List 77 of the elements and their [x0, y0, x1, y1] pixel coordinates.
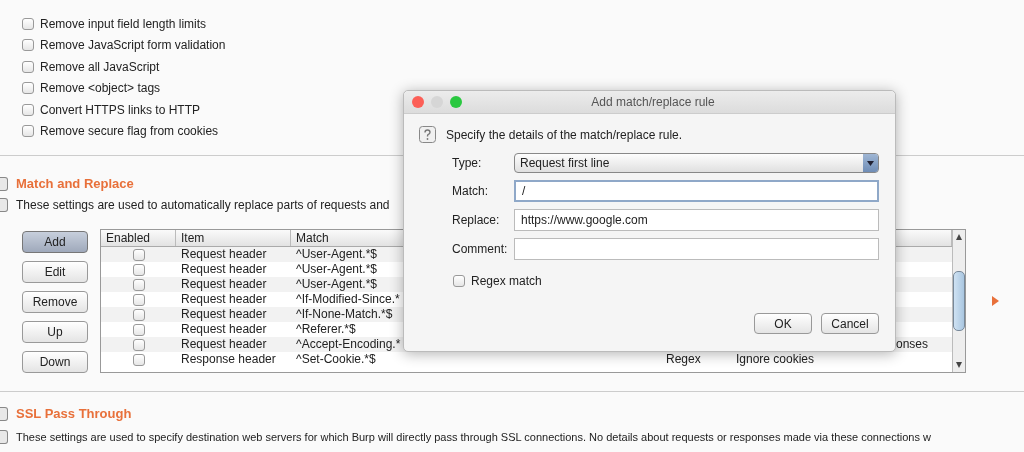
help-icon[interactable]: [0, 406, 8, 421]
table-cell: Request header: [181, 322, 267, 337]
table-action-button[interactable]: Add: [22, 231, 88, 253]
table-cell: Request header: [181, 292, 267, 307]
scroll-down-icon[interactable]: [956, 362, 962, 368]
section-title: SSL Pass Through: [16, 406, 132, 421]
dialog-message: Specify the details of the match/replace rule.: [446, 127, 683, 142]
table-action-button[interactable]: Edit: [22, 261, 88, 283]
table-cell: Request header: [181, 307, 267, 322]
table-cell: Request header: [181, 247, 267, 262]
scroll-up-icon[interactable]: [956, 234, 962, 240]
column-header[interactable]: Item: [181, 231, 205, 245]
table-cell: Response header: [181, 352, 276, 367]
table-cell: ^Accept-Encoding.*: [296, 337, 401, 352]
enabled-checkbox[interactable]: [132, 293, 145, 306]
checkbox[interactable]: [22, 103, 34, 116]
enabled-checkbox[interactable]: [132, 338, 145, 351]
input-field[interactable]: https://www.google.com: [514, 209, 879, 231]
column-header[interactable]: Match: [296, 231, 329, 245]
settings-icon[interactable]: [0, 430, 8, 444]
field-label: Match:: [452, 184, 489, 198]
dialog-title: Add match/replace rule: [590, 95, 716, 109]
table-action-button[interactable]: Remove: [22, 291, 88, 313]
input-field[interactable]: /: [514, 180, 879, 202]
table-cell: ^Set-Cookie.*$: [296, 352, 376, 367]
table-action-button[interactable]: Down: [22, 351, 88, 373]
type-dropdown[interactable]: Request first line: [514, 153, 879, 173]
column-header[interactable]: Enabled: [106, 231, 151, 245]
table-cell: Request header: [181, 277, 267, 292]
table-cell: ^If-Modified-Since.*: [296, 292, 400, 307]
option-label: Remove <object> tags: [40, 81, 161, 96]
table-cell: Request header: [181, 337, 267, 352]
table-cell: Ignore cookies: [736, 352, 815, 367]
option-label: Remove JavaScript form validation: [40, 38, 226, 53]
dialog-button[interactable]: Cancel: [821, 313, 879, 334]
checkbox[interactable]: [22, 82, 34, 95]
field-label: Replace:: [452, 213, 501, 227]
checkbox[interactable]: [22, 125, 34, 138]
enabled-checkbox[interactable]: [132, 278, 145, 291]
checkbox[interactable]: [22, 17, 34, 30]
option-label: Remove input field length limits: [40, 16, 207, 31]
enabled-checkbox[interactable]: [132, 263, 145, 276]
enabled-checkbox[interactable]: [132, 248, 145, 261]
section-description: These settings are used to specify destination web servers for which Burp will directly pass through SSL connections. No details about requests or responses made via these connections w: [16, 431, 931, 443]
table-action-button[interactable]: Up: [22, 321, 88, 343]
table-cell: ^If-None-Match.*$: [296, 307, 393, 322]
settings-icon[interactable]: [0, 198, 8, 212]
help-icon[interactable]: [0, 176, 8, 191]
maximize-icon[interactable]: [450, 96, 462, 108]
input-field[interactable]: [514, 238, 879, 260]
table-cell: Request header: [181, 262, 267, 277]
table-cell: ^Referer.*$: [296, 322, 356, 337]
enabled-checkbox[interactable]: [132, 308, 145, 321]
checkbox-label: Regex match: [471, 274, 542, 288]
field-label: Type:: [452, 156, 483, 170]
field-label: Comment:: [452, 242, 509, 256]
table-cell: ^User-Agent.*$: [296, 277, 377, 292]
option-label: Convert HTTPS links to HTTP: [40, 102, 201, 117]
section-title: Match and Replace: [16, 176, 134, 191]
enabled-checkbox[interactable]: [132, 323, 145, 336]
table-cell: ^User-Agent.*$: [296, 262, 377, 277]
expand-arrow-icon[interactable]: [992, 296, 999, 306]
close-icon[interactable]: [412, 96, 424, 108]
checkbox[interactable]: [453, 275, 465, 287]
scrollbar[interactable]: [952, 230, 965, 372]
option-label: Remove all JavaScript: [40, 59, 160, 74]
table-cell: Regex: [666, 352, 701, 367]
table-cell: ^User-Agent.*$: [296, 247, 377, 262]
dialog-button[interactable]: OK: [754, 313, 812, 334]
caret-icon: [867, 160, 874, 166]
checkbox[interactable]: [22, 60, 34, 73]
section-description: These settings are used to automatically replace parts of requests and: [16, 198, 390, 212]
table-cell: onses: [896, 337, 929, 352]
help-icon: [419, 126, 436, 143]
checkbox[interactable]: [22, 39, 34, 52]
enabled-checkbox[interactable]: [132, 353, 145, 366]
option-label: Remove secure flag from cookies: [40, 124, 219, 139]
